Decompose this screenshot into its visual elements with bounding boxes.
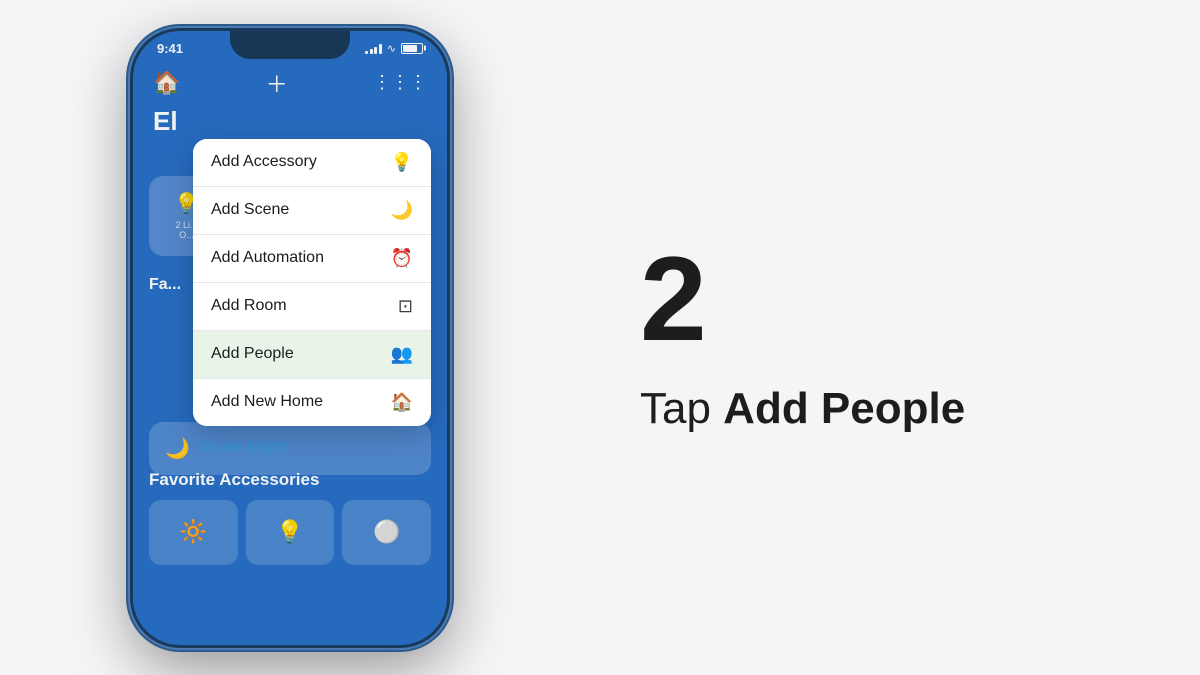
menu-item-add-new-home[interactable]: Add New Home 🏠 [193, 379, 431, 426]
menu-item-add-accessory[interactable]: Add Accessory 💡 [193, 139, 431, 187]
menu-item-add-accessory-icon: 💡 [391, 152, 413, 173]
menu-item-add-people[interactable]: Add People 👥 [193, 331, 431, 379]
right-panel: 2 Tap Add People [580, 199, 1200, 476]
menu-item-add-accessory-label: Add Accessory [211, 153, 317, 171]
menu-item-add-room[interactable]: Add Room ⊡ [193, 283, 431, 331]
dropdown-menu: Add Accessory 💡 Add Scene 🌙 Add Automati… [193, 139, 431, 426]
left-panel: 9:41 ∿ 🏠 ＋ ⋮⋮⋮ [0, 0, 580, 675]
phone-screen: 9:41 ∿ 🏠 ＋ ⋮⋮⋮ [133, 31, 447, 645]
menu-item-add-automation-icon: ⏰ [391, 248, 413, 269]
menu-item-add-new-home-label: Add New Home [211, 393, 323, 411]
menu-item-add-people-icon: 👥 [391, 344, 413, 365]
phone-frame: 9:41 ∿ 🏠 ＋ ⋮⋮⋮ [130, 28, 450, 648]
step-number: 2 [640, 239, 1140, 359]
menu-item-add-scene-icon: 🌙 [391, 200, 413, 221]
instruction-text: Tap Add People [640, 383, 1140, 436]
menu-item-add-new-home-icon: 🏠 [391, 392, 413, 413]
menu-item-add-room-label: Add Room [211, 297, 287, 315]
menu-item-add-scene-label: Add Scene [211, 201, 289, 219]
menu-item-add-scene[interactable]: Add Scene 🌙 [193, 187, 431, 235]
menu-item-add-automation[interactable]: Add Automation ⏰ [193, 235, 431, 283]
instruction-prefix: Tap [640, 384, 723, 433]
menu-item-add-room-icon: ⊡ [398, 296, 413, 317]
menu-item-add-people-label: Add People [211, 345, 294, 363]
menu-item-add-automation-label: Add Automation [211, 249, 324, 267]
instruction-bold: Add People [723, 384, 965, 433]
